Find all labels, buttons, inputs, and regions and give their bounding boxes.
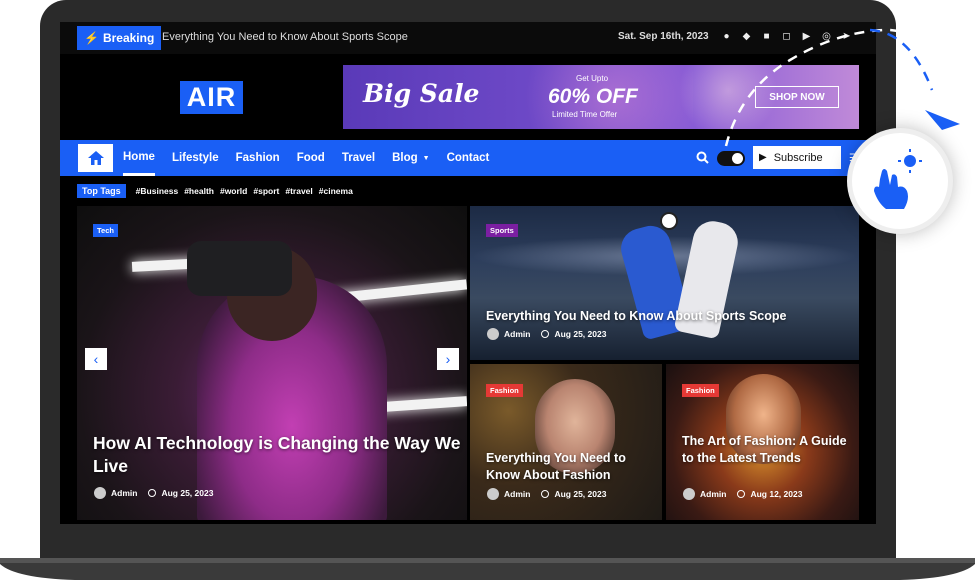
nav-contact[interactable]: Contact: [447, 140, 490, 176]
search-icon[interactable]: [696, 151, 709, 164]
pointer-hand-icon: [874, 149, 922, 209]
breaking-ticker-link[interactable]: Everything You Need to Know About Sports…: [162, 31, 408, 43]
tag-link[interactable]: #sport: [253, 186, 279, 196]
site-logo[interactable]: AIR: [180, 81, 243, 114]
home-icon-button[interactable]: [78, 144, 113, 172]
top-tags-label: Top Tags: [77, 184, 126, 198]
post-author[interactable]: Admin: [111, 488, 137, 498]
post-date: Aug 12, 2023: [750, 489, 803, 499]
chevron-right-icon: ›: [445, 351, 451, 367]
clock-icon: [541, 490, 550, 498]
post-date: Aug 25, 2023: [161, 488, 214, 498]
clock-icon: [541, 330, 550, 338]
arrow-head-icon: [925, 110, 960, 130]
clock-icon: [148, 489, 157, 497]
breaking-button[interactable]: ⚡ Breaking: [77, 26, 162, 50]
clock-icon: [737, 490, 746, 498]
click-badge: [847, 128, 953, 234]
post-title[interactable]: Everything You Need to Know About Sports…: [486, 308, 846, 324]
bolt-icon: ⚡: [84, 31, 99, 45]
featured-post-card[interactable]: Tech ‹ › How AI Technology is Changing t…: [77, 206, 467, 520]
category-badge[interactable]: Sports: [486, 224, 518, 237]
category-badge[interactable]: Fashion: [486, 384, 523, 397]
tag-link[interactable]: #cinema: [319, 186, 353, 196]
post-card[interactable]: Fashion Everything You Need to Know Abou…: [470, 364, 662, 520]
chevron-down-icon: ▼: [422, 154, 430, 162]
author-avatar: [683, 488, 695, 500]
banner-discount: 60% OFF: [548, 85, 638, 108]
author-avatar: [94, 487, 106, 499]
post-title[interactable]: How AI Technology is Changing the Way We…: [93, 432, 463, 478]
author-avatar: [487, 488, 499, 500]
category-badge[interactable]: Tech: [93, 224, 118, 237]
category-badge[interactable]: Fashion: [682, 384, 719, 397]
tag-link[interactable]: #travel: [285, 186, 312, 196]
post-title[interactable]: Everything You Need to Know About Fashio…: [486, 450, 656, 484]
nav-blog[interactable]: Blog ▼: [392, 140, 430, 176]
soccer-ball-icon: [660, 212, 678, 230]
moon-icon: [732, 153, 743, 164]
tag-link[interactable]: #health: [184, 186, 214, 196]
nav-blog-label: Blog: [392, 152, 418, 164]
laptop-base: [0, 558, 975, 580]
slider-prev-button[interactable]: ‹: [85, 348, 107, 370]
post-date: Aug 25, 2023: [554, 489, 607, 499]
nav-food[interactable]: Food: [297, 140, 325, 176]
current-date: Sat. Sep 16th, 2023: [618, 31, 709, 42]
slider-next-button[interactable]: ›: [437, 348, 459, 370]
post-card[interactable]: Sports Everything You Need to Know About…: [470, 206, 859, 360]
nav-fashion[interactable]: Fashion: [236, 140, 280, 176]
post-meta: Admin Aug 25, 2023: [487, 328, 606, 340]
tag-link[interactable]: #Business: [136, 186, 179, 196]
nav-travel[interactable]: Travel: [342, 140, 375, 176]
post-meta: Admin Aug 25, 2023: [94, 487, 213, 499]
subscribe-label: Subscribe: [773, 151, 823, 164]
dashed-arrow-decoration: [724, 28, 960, 147]
top-tags-bar: Top Tags #Business #health #world #sport…: [77, 184, 353, 198]
chevron-left-icon: ‹: [93, 351, 99, 367]
post-meta: Admin Aug 12, 2023: [683, 488, 802, 500]
breaking-label: Breaking: [102, 31, 155, 45]
post-author[interactable]: Admin: [504, 329, 530, 339]
nav-home[interactable]: Home: [123, 140, 155, 176]
nav-lifestyle[interactable]: Lifestyle: [172, 140, 219, 176]
post-meta: Admin Aug 25, 2023: [487, 488, 606, 500]
play-icon: ▶: [759, 152, 767, 163]
post-title[interactable]: The Art of Fashion: A Guide to the Lates…: [682, 433, 852, 467]
home-icon: [87, 151, 104, 165]
banner-subtext: Limited Time Offer: [552, 110, 618, 119]
post-author[interactable]: Admin: [504, 489, 530, 499]
dark-mode-toggle[interactable]: [717, 151, 745, 166]
banner-headline: Big Sale: [363, 79, 480, 108]
post-image-vr-headset: [187, 241, 292, 296]
author-avatar: [487, 328, 499, 340]
post-author[interactable]: Admin: [700, 489, 726, 499]
banner-upto: Get Upto: [576, 74, 609, 83]
post-card[interactable]: Fashion The Art of Fashion: A Guide to t…: [666, 364, 859, 520]
tag-link[interactable]: #world: [220, 186, 247, 196]
nav-menu: Home Lifestyle Fashion Food Travel Blog ▼…: [123, 140, 489, 176]
post-date: Aug 25, 2023: [554, 329, 607, 339]
